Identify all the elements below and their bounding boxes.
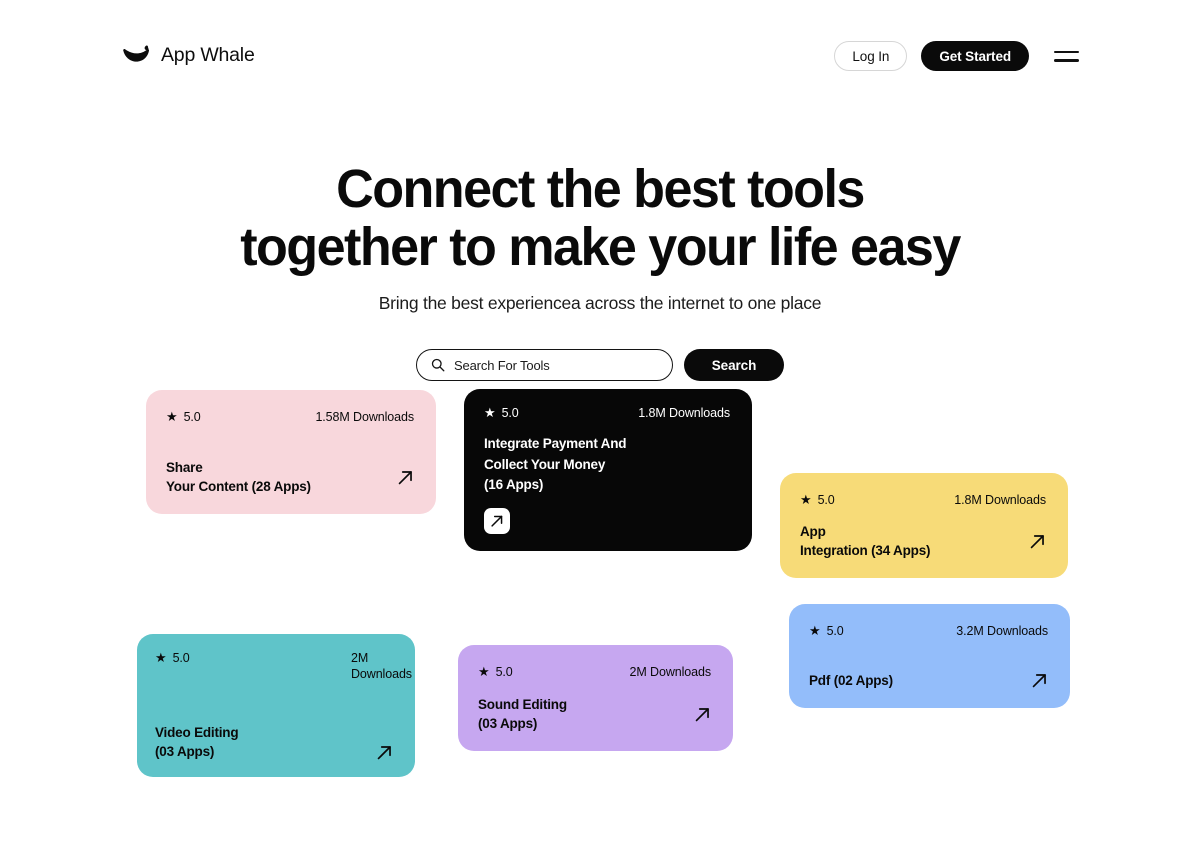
card-rating: ★ 5.0 (166, 409, 201, 425)
card-downloads: 2M Downloads (629, 665, 712, 679)
card-title: Share Your Content (28 Apps) (166, 460, 311, 494)
rating-value: 5.0 (826, 624, 844, 638)
card-meta-row: ★ 5.0 2M Downloads (155, 650, 412, 682)
card-meta-row: ★ 5.0 2M Downloads (478, 664, 711, 680)
card-downloads: 1.58M Downloads (315, 410, 414, 424)
card-rating: ★ 5.0 (155, 650, 190, 666)
card-rating: ★ 5.0 (800, 492, 835, 508)
arrow-up-right-icon[interactable] (397, 469, 414, 486)
card-downloads: 1.8M Downloads (954, 493, 1046, 507)
card-downloads: 3.2M Downloads (956, 624, 1048, 638)
card-video-editing[interactable]: ★ 5.0 2M Downloads Video Editing (03 App… (137, 634, 415, 777)
arrow-up-right-icon[interactable] (1029, 533, 1046, 550)
arrow-up-right-icon (491, 515, 503, 527)
card-meta-row: ★ 5.0 1.58M Downloads (166, 409, 414, 425)
card-app-integration[interactable]: ★ 5.0 1.8M Downloads App Integration (34… (780, 473, 1068, 578)
rating-value: 5.0 (817, 493, 835, 507)
card-rating: ★ 5.0 (809, 623, 844, 639)
card-footer-row: App Integration (34 Apps) (800, 522, 1046, 560)
card-rating: ★ 5.0 (478, 664, 513, 680)
star-icon: ★ (800, 492, 812, 507)
card-sound-editing[interactable]: ★ 5.0 2M Downloads Sound Editing (03 App… (458, 645, 733, 751)
card-meta-row: ★ 5.0 1.8M Downloads (484, 405, 730, 421)
card-footer-row: Pdf (02 Apps) (809, 671, 1048, 690)
card-footer-row: Share Your Content (28 Apps) (166, 458, 414, 496)
card-downloads: 1.8M Downloads (638, 406, 730, 420)
card-title: App Integration (34 Apps) (800, 524, 931, 558)
card-title: Sound Editing (03 Apps) (478, 697, 567, 731)
rating-value: 5.0 (172, 651, 190, 665)
rating-value: 5.0 (495, 665, 513, 679)
card-footer-row: Sound Editing (03 Apps) (478, 695, 711, 733)
tool-category-cards: ★ 5.0 1.58M Downloads Share Your Content… (0, 0, 1200, 853)
star-icon: ★ (166, 409, 178, 424)
card-title: Integrate Payment And Collect Your Money… (484, 436, 627, 492)
card-arrow-button[interactable] (484, 508, 510, 534)
star-icon: ★ (155, 650, 167, 665)
star-icon: ★ (809, 623, 821, 638)
rating-value: 5.0 (501, 406, 519, 420)
card-share-your-content[interactable]: ★ 5.0 1.58M Downloads Share Your Content… (146, 390, 436, 514)
card-meta-row: ★ 5.0 1.8M Downloads (800, 492, 1046, 508)
card-title: Pdf (02 Apps) (809, 673, 893, 688)
arrow-up-right-icon[interactable] (1031, 672, 1048, 689)
rating-value: 5.0 (183, 410, 201, 424)
star-icon: ★ (478, 664, 490, 679)
card-title: Video Editing (03 Apps) (155, 725, 239, 759)
arrow-up-right-icon[interactable] (694, 706, 711, 723)
arrow-up-right-icon[interactable] (376, 744, 393, 761)
card-meta-row: ★ 5.0 3.2M Downloads (809, 623, 1048, 639)
card-rating: ★ 5.0 (484, 405, 519, 421)
card-downloads: 2M Downloads (351, 651, 412, 681)
card-integrate-payment[interactable]: ★ 5.0 1.8M Downloads Integrate Payment A… (464, 389, 752, 551)
card-pdf[interactable]: ★ 5.0 3.2M Downloads Pdf (02 Apps) (789, 604, 1070, 708)
card-footer-row: Video Editing (03 Apps) (155, 723, 393, 761)
star-icon: ★ (484, 405, 496, 420)
